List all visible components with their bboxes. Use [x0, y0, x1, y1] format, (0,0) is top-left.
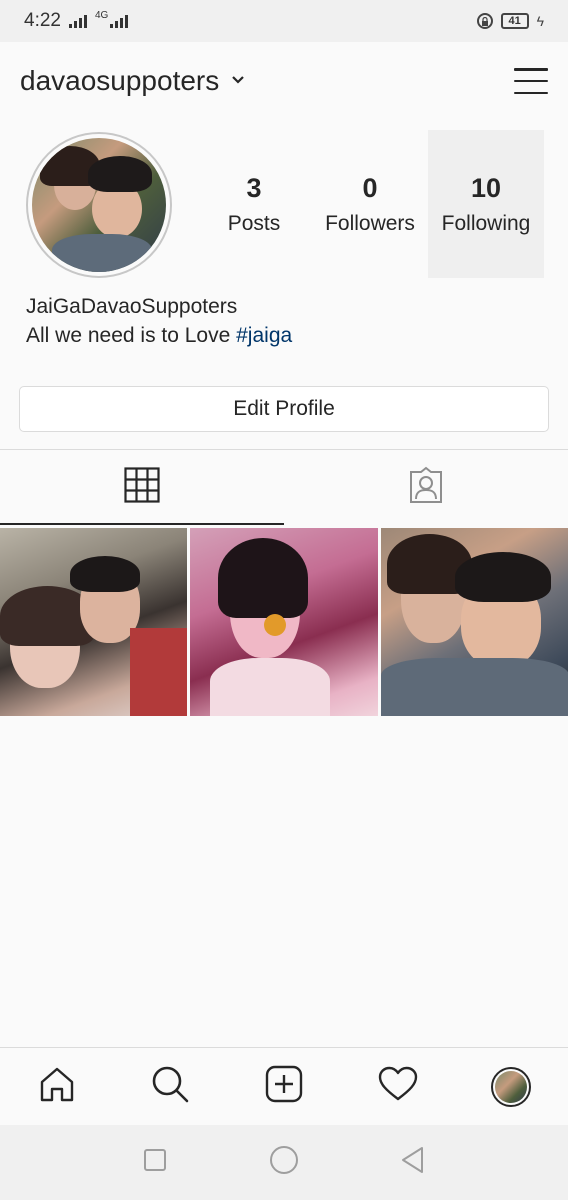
- tab-grid[interactable]: [0, 450, 284, 525]
- status-left: 4:22 4G: [24, 9, 129, 32]
- circle-icon: [269, 1145, 299, 1180]
- profile-section: 3 Posts 0 Followers 10 Following: [0, 128, 568, 278]
- status-time: 4:22: [24, 10, 61, 31]
- nav-home[interactable]: [27, 1057, 87, 1117]
- profile-avatar[interactable]: [26, 132, 172, 278]
- rotation-lock-icon: [476, 13, 493, 29]
- nav-avatar-photo: [495, 1070, 528, 1103]
- signal-icon: [68, 14, 87, 28]
- status-right: 41 ϟ: [476, 13, 544, 29]
- heart-icon: [378, 1066, 418, 1107]
- posts-label: Posts: [227, 211, 281, 235]
- grid-icon: [124, 467, 160, 508]
- network-type: 4G: [94, 9, 109, 21]
- nav-add-post[interactable]: [254, 1057, 314, 1117]
- nav-activity[interactable]: [368, 1057, 428, 1117]
- back-triangle-icon: [400, 1146, 426, 1179]
- profile-bio: JaiGaDavaoSuppoters All we need is to Lo…: [26, 292, 546, 350]
- recent-apps-button[interactable]: [133, 1141, 177, 1185]
- add-post-icon: [265, 1065, 303, 1108]
- post-thumbnail-1[interactable]: [0, 528, 188, 716]
- signal-icon-2: [110, 14, 129, 28]
- post-thumbnail-2[interactable]: [190, 528, 378, 716]
- status-bar: 4:22 4G 41 ϟ: [0, 0, 568, 42]
- charging-icon: ϟ: [536, 13, 544, 29]
- search-icon: [150, 1064, 190, 1109]
- bio-text: All we need is to Love: [26, 324, 237, 347]
- back-button[interactable]: [391, 1141, 435, 1185]
- posts-count: 3: [246, 172, 262, 203]
- following-count: 10: [470, 172, 502, 203]
- profile-tabs: [0, 449, 568, 525]
- system-navigation-bar: [0, 1125, 568, 1200]
- bio-hashtag-link[interactable]: #jaiga: [236, 324, 292, 347]
- menu-icon[interactable]: [514, 68, 548, 94]
- profile-header: davaosuppoters: [0, 42, 568, 120]
- nav-search[interactable]: [140, 1057, 200, 1117]
- post-thumbnail-3[interactable]: [380, 528, 568, 716]
- username: davaosuppoters: [20, 65, 220, 96]
- profile-name: JaiGaDavaoSuppoters: [26, 295, 238, 318]
- avatar-photo: [32, 138, 166, 272]
- profile-stats: 3 Posts 0 Followers 10 Following: [196, 130, 544, 278]
- followers-stat[interactable]: 0 Followers: [312, 130, 428, 278]
- following-label: Following: [441, 211, 531, 235]
- edit-profile-button[interactable]: Edit Profile: [19, 386, 549, 432]
- followers-label: Followers: [325, 211, 415, 235]
- following-stat[interactable]: 10 Following: [428, 130, 544, 278]
- followers-count: 0: [362, 172, 378, 203]
- home-icon: [38, 1065, 76, 1108]
- square-icon: [143, 1148, 167, 1177]
- posts-grid: [0, 528, 568, 716]
- tab-tagged[interactable]: [284, 450, 568, 525]
- posts-stat[interactable]: 3 Posts: [196, 130, 312, 278]
- nav-profile[interactable]: [481, 1057, 541, 1117]
- home-system-button[interactable]: [262, 1141, 306, 1185]
- account-switcher[interactable]: davaosuppoters: [20, 65, 245, 97]
- profile-avatar-icon: [491, 1066, 532, 1107]
- bio-line: All we need is to Love #jaiga: [26, 321, 546, 350]
- tagged-person-icon: [407, 466, 445, 509]
- battery-icon: 41: [500, 13, 529, 29]
- bottom-navigation: [0, 1047, 568, 1125]
- chevron-down-icon: [231, 72, 245, 90]
